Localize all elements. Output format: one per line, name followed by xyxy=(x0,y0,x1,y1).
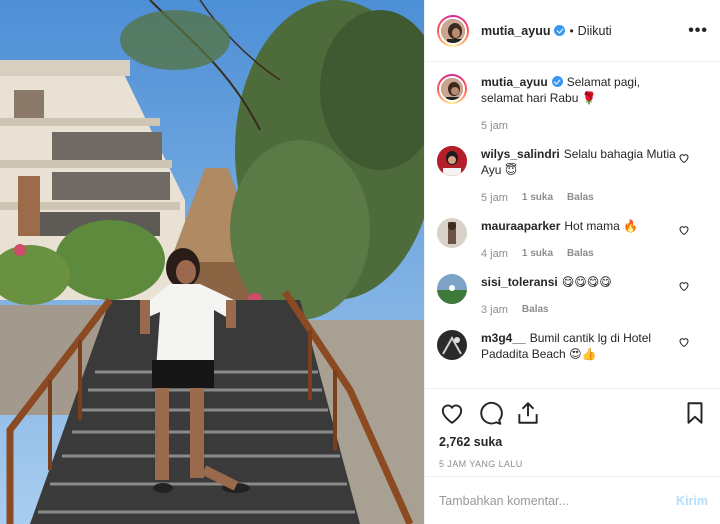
reply-button[interactable]: Balas xyxy=(567,192,594,204)
commenter-avatar[interactable] xyxy=(437,330,467,360)
post-time[interactable]: 5 JAM YANG LALU xyxy=(439,459,708,469)
like-comment-heart-icon[interactable] xyxy=(678,280,690,292)
like-comment-heart-icon[interactable] xyxy=(678,152,690,164)
post-photo-illustration xyxy=(0,0,424,524)
author-avatar[interactable] xyxy=(437,14,469,47)
comment-bubble-icon[interactable] xyxy=(477,400,503,426)
comment-item: sisi_toleransi 😋😋😋😋 3 jam Balas xyxy=(437,274,708,316)
more-options-icon[interactable]: ••• xyxy=(688,22,708,40)
reply-button[interactable]: Balas xyxy=(567,248,594,260)
share-upload-icon[interactable] xyxy=(515,400,541,426)
like-comment-heart-icon[interactable] xyxy=(678,336,690,348)
comment-text: Hot mama 🔥 xyxy=(564,219,639,233)
verified-badge-icon xyxy=(554,25,566,36)
like-heart-icon[interactable] xyxy=(439,400,465,426)
comment-time[interactable]: 3 jam xyxy=(481,304,508,316)
likes-count[interactable]: 2,762 suka xyxy=(439,435,708,449)
comment-item: m3g4__ Bumil cantik lg di Hotel Padadita … xyxy=(437,330,708,362)
commenter-username[interactable]: mauraaparker xyxy=(481,219,560,233)
add-comment-bar: Kirim xyxy=(425,476,720,524)
comment-item: wilys_salindri Selalu bahagia Mutia Ayu 😇… xyxy=(437,146,708,204)
comment-likes[interactable]: 1 suka xyxy=(522,248,553,260)
commenter-username[interactable]: sisi_toleransi xyxy=(481,275,558,289)
commenter-avatar[interactable] xyxy=(437,274,467,304)
post-comment-button[interactable]: Kirim xyxy=(676,494,708,508)
caption-time[interactable]: 5 jam xyxy=(481,120,508,132)
caption-username[interactable]: mutia_ayuu xyxy=(481,75,548,89)
commenter-avatar[interactable] xyxy=(437,146,467,176)
reply-button[interactable]: Balas xyxy=(522,304,549,316)
comment-likes[interactable]: 1 suka xyxy=(522,192,553,204)
following-button[interactable]: Diikuti xyxy=(578,24,612,38)
post-actions: 2,762 suka 5 JAM YANG LALU xyxy=(425,388,720,476)
comments-list[interactable]: mutia_ayuu Selamat pagi, selamat hari Rab… xyxy=(425,62,720,388)
caption: mutia_ayuu Selamat pagi, selamat hari Rab… xyxy=(437,74,708,132)
post-side-panel: mutia_ayuu • Diikuti ••• mutia_ayuu Selam… xyxy=(424,0,720,524)
instagram-post-modal: mutia_ayuu • Diikuti ••• mutia_ayuu Selam… xyxy=(0,0,720,524)
commenter-username[interactable]: m3g4__ xyxy=(481,331,526,345)
post-header: mutia_ayuu • Diikuti ••• xyxy=(425,0,720,62)
commenter-username[interactable]: wilys_salindri xyxy=(481,147,560,161)
caption-avatar[interactable] xyxy=(437,74,467,104)
like-comment-heart-icon[interactable] xyxy=(678,224,690,236)
verified-badge-icon xyxy=(551,76,563,87)
separator-dot: • xyxy=(569,23,574,38)
post-photo[interactable] xyxy=(0,0,424,524)
author-username[interactable]: mutia_ayuu xyxy=(481,24,550,38)
comment-time[interactable]: 5 jam xyxy=(481,192,508,204)
commenter-avatar[interactable] xyxy=(437,218,467,248)
bookmark-save-icon[interactable] xyxy=(682,400,708,426)
comment-time[interactable]: 4 jam xyxy=(481,248,508,260)
comment-text: 😋😋😋😋 xyxy=(561,275,612,289)
comment-item: mauraaparker Hot mama 🔥 4 jam 1 suka Bala… xyxy=(437,218,708,260)
comment-input[interactable] xyxy=(439,493,677,508)
action-icon-row xyxy=(439,395,708,431)
